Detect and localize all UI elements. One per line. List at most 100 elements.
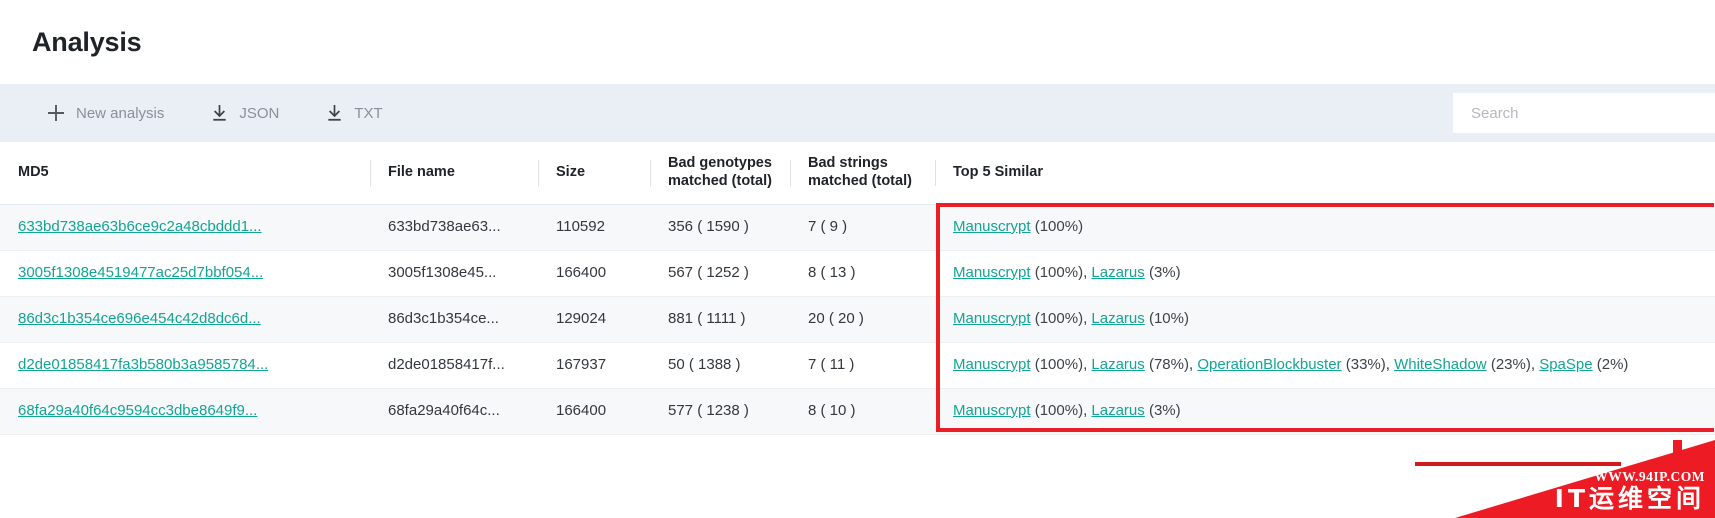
md5-link[interactable]: 86d3c1b354ce696e454c42d8dc6d...	[18, 310, 261, 327]
cell-md5: 633bd738ae63b6ce9c2a48cbddd1...	[0, 204, 370, 251]
cell-size-value: 166400	[556, 263, 607, 281]
column-header-bad-strings-label: Bad strings matched (total)	[790, 155, 935, 190]
top5-similar-list: Manuscrypt (100%), Lazarus (3%)	[953, 263, 1181, 281]
similar-family-link[interactable]: Lazarus	[1091, 402, 1144, 419]
cell-top5-similar: Manuscrypt (100%), Lazarus (78%), Operat…	[935, 342, 1715, 389]
plus-icon	[46, 103, 66, 123]
md5-link[interactable]: 68fa29a40f64c9594cc3dbe8649f9...	[18, 402, 257, 419]
download-icon	[210, 104, 229, 123]
cell-size-value: 129024	[556, 309, 607, 327]
cell-bad-genotypes-value: 356 ( 1590 )	[668, 217, 749, 235]
cell-top5-similar: Manuscrypt (100%), Lazarus (10%)	[935, 296, 1715, 343]
similar-family-link[interactable]: Lazarus	[1091, 310, 1144, 327]
similar-family-link[interactable]: WhiteShadow	[1394, 356, 1487, 373]
table-body: 633bd738ae63b6ce9c2a48cbddd1... 633bd738a…	[0, 204, 1715, 435]
similar-family-link[interactable]: Manuscrypt	[953, 356, 1031, 373]
similar-family-percent: (100%)	[1034, 401, 1084, 419]
cell-file-name-value: 68fa29a40f64c...	[388, 401, 500, 419]
cell-file-name: 3005f1308e45...	[370, 250, 538, 297]
export-json-button[interactable]: JSON	[210, 104, 279, 123]
similar-family-percent: (10%)	[1148, 309, 1189, 327]
similar-family-link[interactable]: Manuscrypt	[953, 264, 1031, 281]
column-header-md5[interactable]: MD5	[0, 142, 370, 205]
analysis-page: Analysis New analysis JSON TXT Search MD…	[0, 0, 1715, 518]
md5-link[interactable]: 3005f1308e4519477ac25d7bbf054...	[18, 264, 263, 281]
table-row[interactable]: 68fa29a40f64c9594cc3dbe8649f9... 68fa29a4…	[0, 388, 1715, 435]
new-analysis-button[interactable]: New analysis	[46, 103, 164, 123]
bad-genotypes-line2: matched (total)	[668, 172, 772, 189]
similar-family-link[interactable]: OperationBlockbuster	[1197, 356, 1341, 373]
cell-bad-strings: 7 ( 11 )	[790, 342, 935, 389]
column-header-file-name[interactable]: File name	[370, 142, 538, 205]
similar-family-link[interactable]: Manuscrypt	[953, 218, 1031, 235]
table-row[interactable]: 633bd738ae63b6ce9c2a48cbddd1... 633bd738a…	[0, 204, 1715, 251]
similar-family-percent: (3%)	[1148, 263, 1181, 281]
page-header: Analysis	[0, 0, 1715, 84]
column-header-top5-similar[interactable]: Top 5 Similar	[935, 142, 1715, 205]
similar-family-percent: (100%)	[1034, 263, 1084, 281]
md5-cell-inner: 86d3c1b354ce696e454c42d8dc6d...	[0, 309, 370, 329]
md5-cell-inner: 633bd738ae63b6ce9c2a48cbddd1...	[0, 217, 370, 237]
cell-md5: d2de01858417fa3b580b3a9585784...	[0, 342, 370, 389]
toolbar: New analysis JSON TXT	[0, 84, 1715, 142]
similar-family-link[interactable]: Manuscrypt	[953, 310, 1031, 327]
export-json-label: JSON	[239, 104, 280, 122]
top5-similar-list: Manuscrypt (100%)	[935, 217, 1715, 237]
cell-size-value: 110592	[556, 217, 605, 235]
cell-bad-strings-value: 20 ( 20 )	[808, 309, 864, 327]
similar-family-percent: (33%)	[1345, 355, 1386, 373]
cell-bad-genotypes: 881 ( 1111 )	[650, 296, 790, 343]
cell-file-name-value: 86d3c1b354ce...	[388, 309, 499, 327]
md5-link[interactable]: d2de01858417fa3b580b3a9585784...	[18, 356, 268, 373]
column-header-size[interactable]: Size	[538, 142, 650, 205]
page-title: Analysis	[32, 26, 142, 57]
search-box[interactable]	[1453, 93, 1715, 133]
watermark-brand: IT运维空间	[1554, 484, 1705, 514]
watermark: WWW.94IP.COM IT运维空间	[1415, 440, 1715, 518]
cell-bad-genotypes-value: 567 ( 1252 )	[668, 263, 749, 281]
cell-bad-strings: 7 ( 9 )	[790, 204, 935, 251]
column-header-bad-genotypes-label: Bad genotypes matched (total)	[650, 155, 790, 190]
md5-link[interactable]: 633bd738ae63b6ce9c2a48cbddd1...	[18, 218, 262, 235]
cell-size-value: 166400	[556, 401, 607, 419]
top5-similar-list: Manuscrypt (100%), Lazarus (78%), Operat…	[953, 355, 1629, 373]
cell-bad-genotypes: 567 ( 1252 )	[650, 250, 790, 297]
search-input[interactable]	[1453, 93, 1715, 133]
bad-genotypes-line1: Bad genotypes	[668, 155, 772, 172]
similar-family-link[interactable]: Lazarus	[1091, 264, 1144, 281]
similar-family-percent: (100%)	[1034, 309, 1084, 327]
similar-family-percent: (3%)	[1148, 401, 1181, 419]
similar-family-link[interactable]: SpaSpe	[1539, 356, 1592, 373]
watermark-text: WWW.94IP.COM IT运维空间	[1555, 470, 1705, 514]
top5-similar-list: Manuscrypt (100%), Lazarus (10%)	[953, 309, 1189, 327]
column-header-file-name-label: File name	[388, 163, 455, 180]
similar-family-percent: (100%)	[1034, 217, 1084, 235]
cell-bad-genotypes: 577 ( 1238 )	[650, 388, 790, 435]
similar-family-link[interactable]: Lazarus	[1091, 356, 1144, 373]
cell-size: 166400	[538, 250, 650, 297]
cell-file-name: d2de01858417f...	[370, 342, 538, 389]
table-row[interactable]: 3005f1308e4519477ac25d7bbf054... 3005f130…	[0, 250, 1715, 297]
column-header-bad-genotypes[interactable]: Bad genotypes matched (total)	[650, 142, 790, 205]
cell-size: 167937	[538, 342, 650, 389]
cell-bad-strings-value: 8 ( 13 )	[808, 263, 856, 281]
cell-file-name: 86d3c1b354ce...	[370, 296, 538, 343]
top5-similar-list: Manuscrypt (100%), Lazarus (3%)	[953, 401, 1181, 419]
column-header-top5-similar-label: Top 5 Similar	[953, 163, 1043, 180]
bad-strings-line2: matched (total)	[808, 172, 912, 189]
cell-md5: 3005f1308e4519477ac25d7bbf054...	[0, 250, 370, 297]
column-header-size-label: Size	[556, 163, 586, 180]
similar-family-link[interactable]: Manuscrypt	[953, 402, 1031, 419]
column-header-bad-strings[interactable]: Bad strings matched (total)	[790, 142, 935, 205]
cell-file-name-value: 3005f1308e45...	[388, 263, 497, 281]
table-row[interactable]: 86d3c1b354ce696e454c42d8dc6d... 86d3c1b35…	[0, 296, 1715, 343]
cell-bad-genotypes-value: 577 ( 1238 )	[668, 401, 749, 419]
cell-md5: 68fa29a40f64c9594cc3dbe8649f9...	[0, 388, 370, 435]
table-head: MD5 File name Size Bad genotypes matched…	[0, 142, 1715, 205]
table-row[interactable]: d2de01858417fa3b580b3a9585784... d2de0185…	[0, 342, 1715, 389]
similar-family-percent: (23%)	[1490, 355, 1531, 373]
table-header-row: MD5 File name Size Bad genotypes matched…	[0, 142, 1715, 205]
export-txt-button[interactable]: TXT	[325, 104, 383, 123]
cell-size: 166400	[538, 388, 650, 435]
analysis-table: MD5 File name Size Bad genotypes matched…	[0, 142, 1715, 435]
